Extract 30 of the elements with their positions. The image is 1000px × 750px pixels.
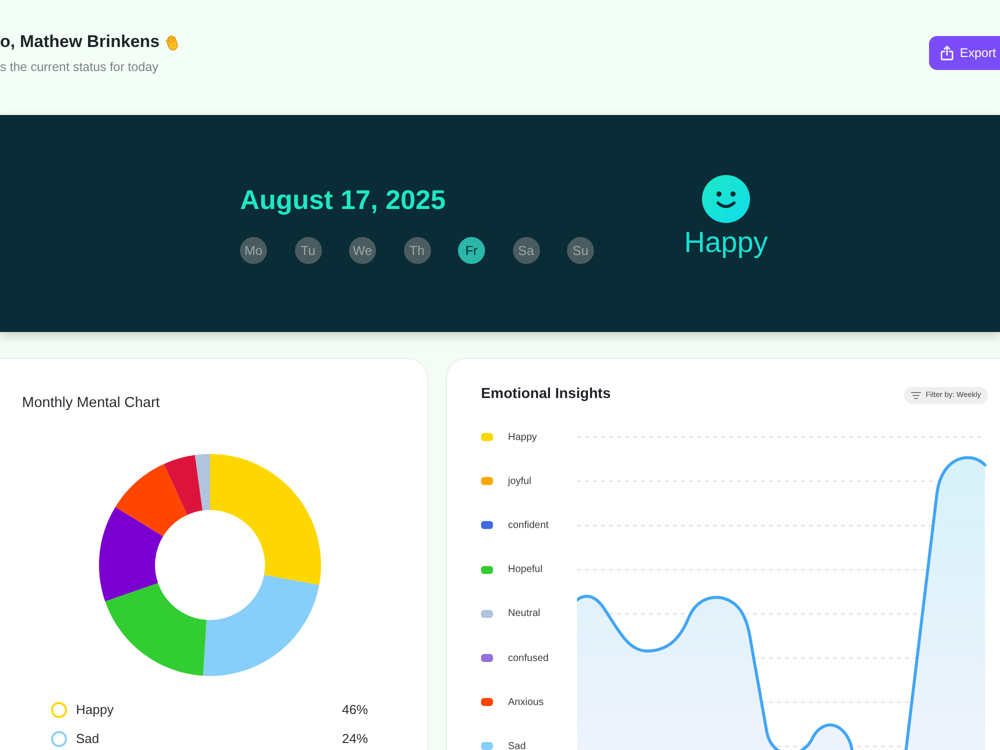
legend-label: Hopeful [508,563,542,578]
day-button[interactable]: Sa [512,237,540,264]
legend-label: Sad [76,730,100,748]
legend-label: confident [508,518,549,533]
legend-label: Happy [508,430,537,445]
waving-hand-icon [164,34,181,50]
day-button[interactable]: Mo [240,237,267,264]
card-title: Emotional Insights [481,385,611,404]
day-button[interactable]: Fr [458,237,485,264]
day-button[interactable]: Tu [294,237,322,264]
upload-icon [938,45,955,61]
legend-label: joyful [508,474,532,489]
legend-label: Neutral [508,607,540,622]
day-button[interactable]: Su [567,237,594,264]
day-button[interactable]: We [349,237,376,264]
date-heading: August 17, 2025 [240,184,446,216]
legend-label: Happy [76,701,114,720]
mood-label: Happy [684,226,768,260]
legend-percent: 46% [342,701,368,720]
legend-percent: 24% [342,730,368,748]
legend-label: Anxious [508,696,544,710]
legend-label: confused [508,652,549,666]
filter-icon [910,392,921,398]
day-button[interactable]: Th [404,237,430,264]
greeting-subtitle: s the current status for today [0,59,160,75]
export-button[interactable]: Export [928,36,1000,70]
greeting-title: o, Mathew Brinkens [0,31,160,53]
card-title: Monthly Mental Chart [22,394,160,412]
smiley-face-icon [702,175,750,223]
legend-label: Sad [508,740,526,750]
